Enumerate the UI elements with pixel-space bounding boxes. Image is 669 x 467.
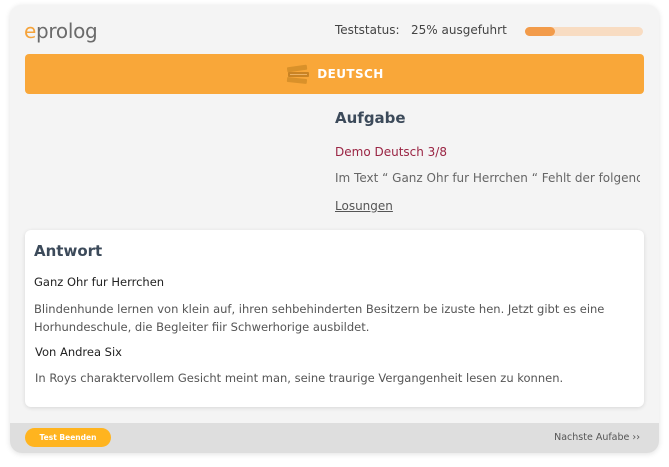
footer-bar: Test Beenden Nachste Aufabe ›› bbox=[10, 423, 659, 453]
task-text: Im Text “ Ganz Ohr fur Herrchen “ Fehlt … bbox=[335, 171, 640, 185]
answer-text-heading: Ganz Ohr fur Herrchen bbox=[34, 275, 165, 289]
test-card: eprolog Teststatus: 25% ausgefuhrt DEUTS… bbox=[10, 5, 659, 453]
answer-panel: Antwort Ganz Ohr fur Herrchen Blindenhun… bbox=[25, 230, 644, 407]
task-title: Aufgabe bbox=[335, 109, 406, 127]
books-icon bbox=[287, 64, 310, 84]
progress-bar bbox=[525, 27, 643, 36]
progress-fill bbox=[525, 27, 555, 36]
header: eprolog Teststatus: 25% ausgefuhrt bbox=[10, 5, 659, 55]
answer-paragraph: Blindenhunde lernen von klein auf, ihren… bbox=[34, 302, 605, 334]
answer-title: Antwort bbox=[34, 242, 103, 260]
test-status-value: 25% ausgefuhrt bbox=[411, 23, 507, 37]
subject-title: DEUTSCH bbox=[317, 67, 384, 81]
logo: eprolog bbox=[24, 19, 98, 43]
end-test-button[interactable]: Test Beenden bbox=[25, 428, 111, 447]
solutions-link[interactable]: Losungen bbox=[335, 199, 393, 213]
answer-paragraph: In Roys charaktervollem Gesicht meint ma… bbox=[35, 371, 564, 385]
test-status-label: Teststatus: bbox=[335, 23, 400, 37]
next-task-link[interactable]: Nachste Aufabe ›› bbox=[554, 432, 640, 443]
answer-author: Von Andrea Six bbox=[35, 345, 122, 359]
task-name: Demo Deutsch 3/8 bbox=[335, 145, 447, 159]
subject-banner: DEUTSCH bbox=[25, 54, 644, 94]
